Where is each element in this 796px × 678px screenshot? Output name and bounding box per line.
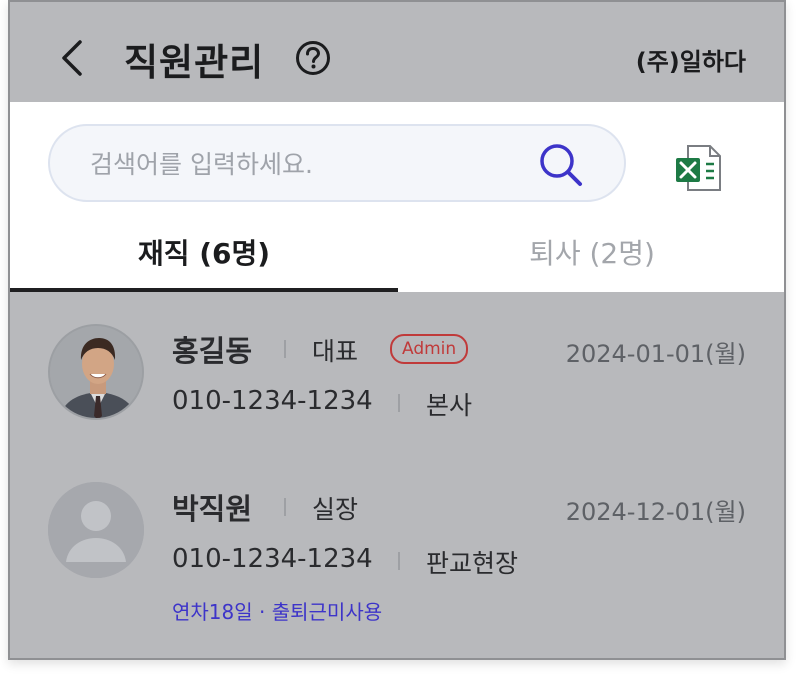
employee-management-screen: 직원관리 (주)일하다 재직 (6명) 퇴사 (2명) [8, 0, 786, 660]
employee-photo-avatar [48, 324, 144, 420]
employee-department: 본사 [426, 391, 473, 420]
employee-name: 박직원 [172, 492, 253, 526]
tab-resigned[interactable]: 퇴사 (2명) [398, 226, 784, 292]
employee-role: 실장 [312, 495, 359, 524]
page-title: 직원관리 [124, 41, 265, 84]
tab-employed[interactable]: 재직 (6명) [10, 226, 398, 292]
back-arrow-icon[interactable] [58, 38, 86, 78]
person-photo-icon [50, 326, 142, 418]
employee-phone: 010-1234-1234 [172, 386, 373, 416]
default-avatar [48, 482, 144, 578]
excel-download-icon[interactable] [670, 140, 726, 196]
join-date: 2024-12-01(월) [565, 498, 746, 526]
company-name[interactable]: (주)일하다 [636, 42, 746, 77]
top-header: 직원관리 (주)일하다 [10, 2, 784, 102]
employee-department: 판교현장 [426, 549, 519, 578]
search-and-tabs-panel: 재직 (6명) 퇴사 (2명) [10, 102, 784, 292]
search-input[interactable] [88, 126, 522, 202]
employee-phone: 010-1234-1234 [172, 544, 373, 574]
help-question-icon[interactable] [295, 40, 331, 76]
admin-badge: Admin [390, 334, 469, 364]
search-icon[interactable] [536, 140, 586, 190]
user-placeholder-icon [48, 482, 144, 578]
employee-name: 홍길동 [172, 334, 253, 368]
search-bar [48, 124, 626, 202]
employee-item[interactable]: 박직원 실장 2024-12-01(월) 010-1234-1234 판교현장 … [10, 450, 784, 624]
join-date: 2024-01-01(월) [565, 340, 746, 368]
employee-status-note: 연차18일 · 출퇴근미사용 [172, 600, 383, 624]
divider [398, 394, 400, 412]
divider [284, 498, 286, 516]
employee-role: 대표 [312, 337, 359, 366]
divider [284, 340, 286, 358]
divider [398, 552, 400, 570]
employee-item[interactable]: 홍길동 대표 Admin 2024-01-01(월) 010-1234-1234… [10, 292, 784, 452]
